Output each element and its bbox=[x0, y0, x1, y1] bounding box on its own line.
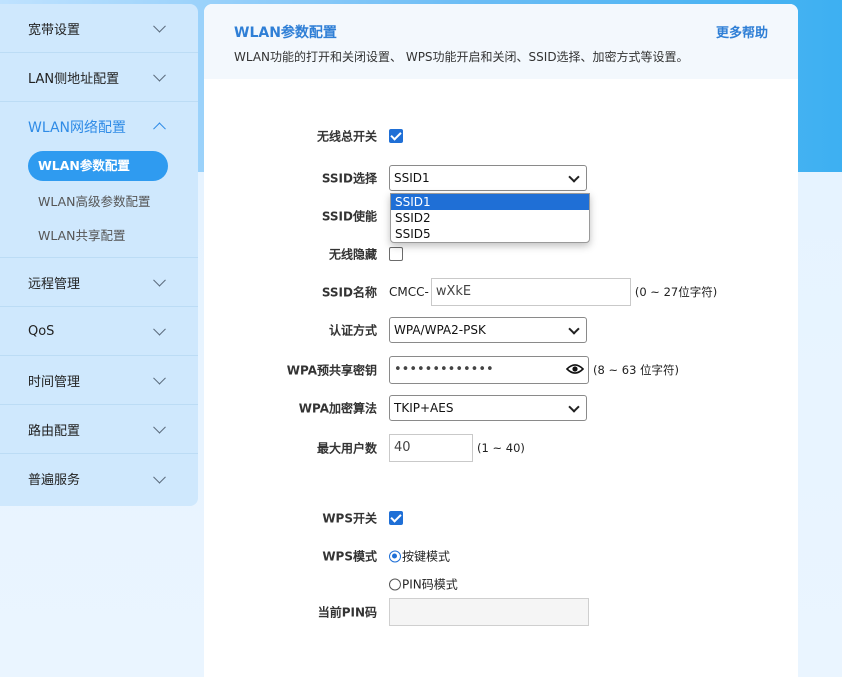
wpa-key-input[interactable]: ••••••••••••• bbox=[389, 356, 589, 384]
page-description: WLAN功能的打开和关闭设置、 WPS功能开启和关闭、SSID选择、加密方式等设… bbox=[234, 50, 689, 64]
sidebar-submenu: WLAN参数配置 WLAN高级参数配置 WLAN共享配置 bbox=[0, 151, 198, 258]
sidebar-subitem-wlan-params[interactable]: WLAN参数配置 bbox=[28, 151, 168, 181]
sidebar-item-label: WLAN网络配置 bbox=[28, 119, 127, 136]
ssid-name-hint: (0 ~ 27位字符) bbox=[634, 285, 718, 299]
sidebar-subitem-wlan-share[interactable]: WLAN共享配置 bbox=[0, 219, 198, 253]
wps-mode-pin-radio[interactable] bbox=[389, 578, 401, 590]
password-dots: ••••••••••••• bbox=[394, 362, 494, 377]
sidebar-item-route[interactable]: 路由配置 bbox=[0, 405, 198, 454]
row-wpa-cipher: WPA加密算法 TKIP+AES bbox=[204, 393, 798, 423]
chevron-down-icon bbox=[153, 371, 166, 385]
wps-switch-checkbox[interactable] bbox=[389, 511, 403, 525]
field-label: 无线隐藏 bbox=[328, 247, 377, 262]
field-label: SSID选择 bbox=[321, 171, 377, 186]
eye-icon[interactable] bbox=[566, 363, 584, 375]
row-wpa-key: WPA预共享密钥 ••••••••••••• (8 ~ 63 位字符) bbox=[204, 355, 798, 385]
select-value: SSID1 bbox=[394, 171, 430, 185]
current-pin-input bbox=[389, 598, 589, 626]
sidebar-item-lan[interactable]: LAN侧地址配置 bbox=[0, 53, 198, 102]
sidebar: 宽带设置 LAN侧地址配置 WLAN网络配置 WLAN参数配置 WLAN高级参数… bbox=[0, 4, 198, 506]
sidebar-item-label: 普遍服务 bbox=[28, 473, 81, 488]
wireless-switch-checkbox[interactable] bbox=[389, 129, 403, 143]
max-users-hint: (1 ~ 40) bbox=[477, 441, 525, 455]
row-wps-mode: WPS模式 按键模式 bbox=[204, 541, 798, 571]
field-label: SSID使能 bbox=[321, 209, 377, 224]
page-header: WLAN参数配置 更多帮助 WLAN功能的打开和关闭设置、 WPS功能开启和关闭… bbox=[204, 4, 798, 79]
chevron-up-icon bbox=[153, 121, 166, 135]
row-max-users: 最大用户数 40 (1 ~ 40) bbox=[204, 433, 798, 463]
chevron-down-icon bbox=[568, 323, 580, 335]
row-ssid-name: SSID名称 CMCC- wXkE (0 ~ 27位字符) bbox=[204, 277, 798, 307]
sidebar-item-label: QoS bbox=[28, 323, 55, 339]
row-wireless-hide: 无线隐藏 bbox=[204, 239, 798, 269]
ssid-dropdown: SSID1 SSID2 SSID5 bbox=[390, 193, 590, 243]
radio-label: 按键模式 bbox=[402, 549, 451, 564]
select-value: TKIP+AES bbox=[394, 401, 454, 415]
ssid-prefix: CMCC- bbox=[389, 285, 429, 299]
row-auth-mode: 认证方式 WPA/WPA2-PSK bbox=[204, 315, 798, 345]
sidebar-item-remote[interactable]: 远程管理 bbox=[0, 258, 198, 307]
row-ssid-select: SSID选择 SSID1 bbox=[204, 163, 798, 193]
chevron-down-icon bbox=[568, 401, 580, 413]
sidebar-item-qos[interactable]: QoS bbox=[0, 307, 198, 356]
chevron-down-icon bbox=[153, 322, 166, 336]
sidebar-item-label: 远程管理 bbox=[28, 276, 81, 292]
max-users-input[interactable]: 40 bbox=[389, 434, 473, 462]
field-label: WPA预共享密钥 bbox=[286, 363, 377, 378]
ssid-option[interactable]: SSID1 bbox=[391, 194, 589, 210]
sidebar-item-label: 路由配置 bbox=[28, 423, 81, 439]
auth-mode-select[interactable]: WPA/WPA2-PSK bbox=[389, 317, 587, 343]
page-title: WLAN参数配置 bbox=[234, 25, 337, 41]
row-wps-switch: WPS开关 bbox=[204, 503, 798, 533]
sidebar-item-wlan[interactable]: WLAN网络配置 bbox=[0, 102, 198, 151]
field-label: 当前PIN码 bbox=[317, 605, 377, 620]
chevron-down-icon bbox=[153, 68, 166, 82]
chevron-down-icon bbox=[568, 171, 580, 183]
ssid-name-input[interactable]: wXkE bbox=[430, 278, 631, 306]
ssid-select[interactable]: SSID1 bbox=[389, 165, 587, 191]
sidebar-item-label: 宽带设置 bbox=[28, 22, 81, 38]
wireless-hide-checkbox[interactable] bbox=[389, 247, 403, 261]
row-current-pin: 当前PIN码 bbox=[204, 597, 798, 627]
select-value: WPA/WPA2-PSK bbox=[394, 323, 486, 337]
sidebar-item-label: LAN侧地址配置 bbox=[28, 71, 120, 87]
main-panel: WLAN参数配置 更多帮助 WLAN功能的打开和关闭设置、 WPS功能开启和关闭… bbox=[204, 4, 798, 677]
field-label: 认证方式 bbox=[328, 323, 377, 338]
sidebar-item-time[interactable]: 时间管理 bbox=[0, 356, 198, 405]
ssid-option[interactable]: SSID2 bbox=[391, 210, 589, 226]
sidebar-subitem-wlan-advanced[interactable]: WLAN高级参数配置 bbox=[0, 185, 198, 219]
field-label: 最大用户数 bbox=[316, 441, 377, 456]
chevron-down-icon bbox=[153, 19, 166, 33]
chevron-down-icon bbox=[153, 470, 166, 484]
sidebar-item-broadband[interactable]: 宽带设置 bbox=[0, 4, 198, 53]
help-link[interactable]: 更多帮助 bbox=[716, 22, 768, 41]
field-label: WPS模式 bbox=[322, 549, 377, 564]
field-label: SSID名称 bbox=[321, 285, 377, 300]
wps-mode-button-radio[interactable] bbox=[389, 550, 401, 562]
ssid-option[interactable]: SSID5 bbox=[391, 226, 589, 242]
row-wps-mode-pin: PIN码模式 bbox=[204, 569, 798, 599]
radio-label: PIN码模式 bbox=[402, 577, 458, 592]
wpa-cipher-select[interactable]: TKIP+AES bbox=[389, 395, 587, 421]
sidebar-item-service[interactable]: 普遍服务 bbox=[0, 454, 198, 503]
sidebar-item-label: 时间管理 bbox=[28, 374, 81, 390]
field-label: 无线总开关 bbox=[316, 129, 377, 144]
chevron-down-icon bbox=[153, 273, 166, 287]
chevron-down-icon bbox=[153, 420, 166, 434]
wpa-key-hint: (8 ~ 63 位字符) bbox=[593, 363, 680, 377]
row-wireless-switch: 无线总开关 bbox=[204, 121, 798, 151]
field-label: WPA加密算法 bbox=[298, 401, 377, 416]
field-label: WPS开关 bbox=[322, 511, 377, 526]
